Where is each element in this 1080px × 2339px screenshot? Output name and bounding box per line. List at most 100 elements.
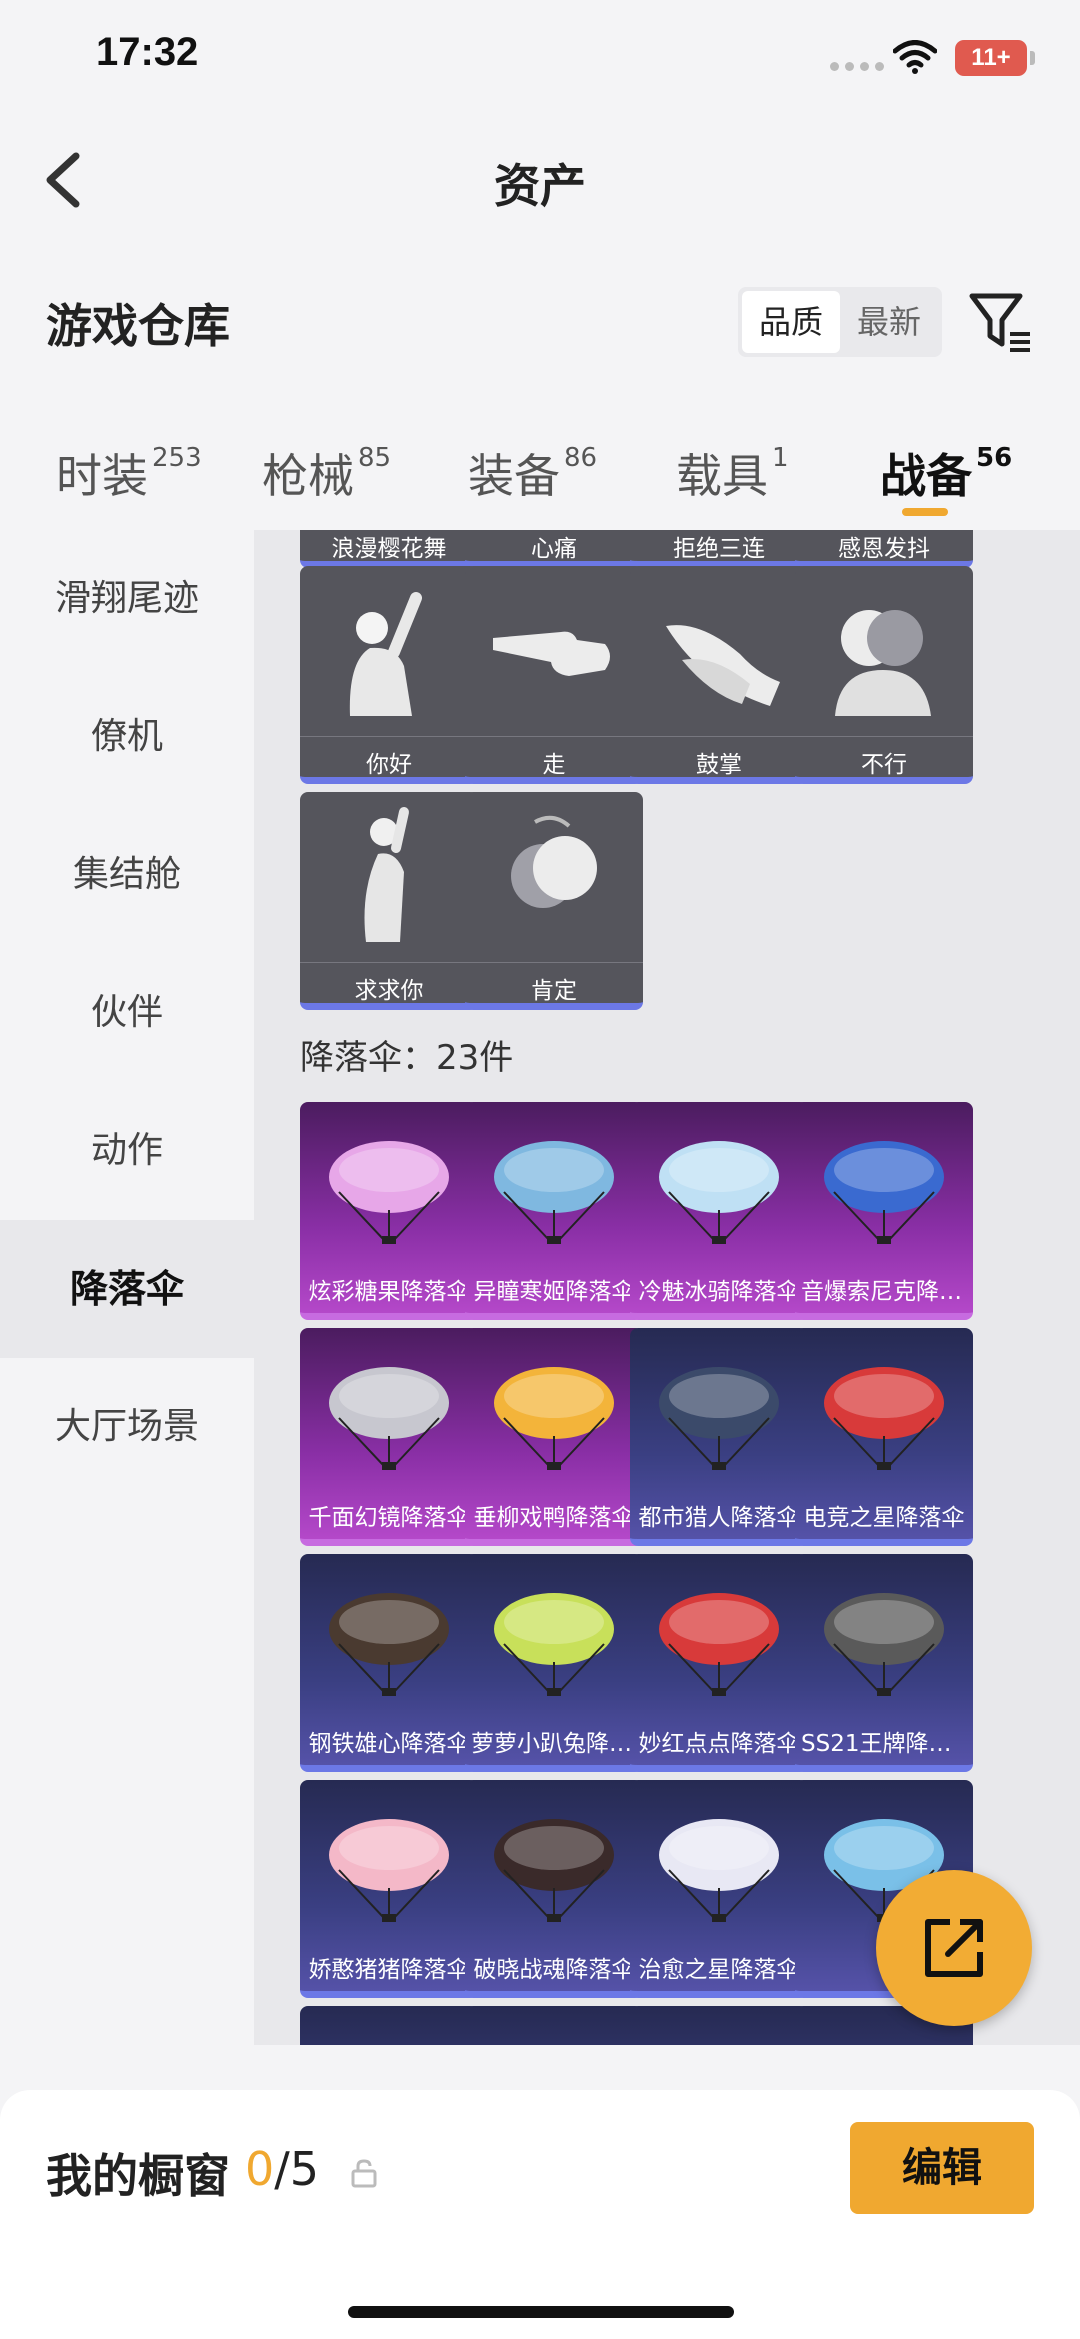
showcase-label: 我的橱窗 (46, 2149, 230, 2203)
parachute-card[interactable]: SS21王牌降落伞 (795, 1554, 973, 1772)
parachute-label: 垂柳戏鸭降落伞 (473, 1505, 635, 1531)
parachute-icon (824, 1141, 944, 1244)
emote-card[interactable]: 肯定 (465, 792, 643, 1010)
emote-label: 你好 (300, 736, 478, 777)
showcase-bar: 我的橱窗 0/5 编辑 (0, 2090, 1080, 2339)
emote-label: 心痛 (465, 530, 643, 561)
emote-card[interactable]: 浪漫樱花舞 (300, 530, 478, 568)
parachute-icon (824, 1593, 944, 1696)
parachute-label: 音爆索尼克降落伞 (801, 1279, 967, 1305)
status-bar: 17:32 11+ (0, 0, 1080, 120)
parachute-card[interactable]: 音爆索尼克降落伞 (795, 1102, 973, 1320)
tab-count: 56 (976, 442, 1013, 473)
parachute-card[interactable]: 萝萝小趴兔降落伞 (465, 1554, 643, 1772)
parachute-icon (824, 1367, 944, 1470)
tab-count: 85 (358, 442, 392, 473)
parachute-label: 冷魅冰骑降落伞 (638, 1279, 800, 1305)
parachute-label: 都市猎人降落伞 (638, 1505, 800, 1531)
parachute-card[interactable]: 治愈之星降落伞 (630, 1780, 808, 1998)
side-item-wingman[interactable]: 僚机 (0, 668, 254, 806)
active-tab-indicator (902, 508, 948, 516)
parachute-card[interactable]: 异瞳寒姬降落伞 (465, 1102, 643, 1320)
sort-quality-option[interactable]: 品质 (742, 291, 840, 353)
emote-label: 不行 (795, 736, 973, 777)
parachute-card[interactable]: 垂柳戏鸭降落伞 (465, 1328, 643, 1546)
emote-label: 走 (465, 736, 643, 777)
showcase-count: 0/5 (245, 2142, 319, 2196)
side-item-lobby-scene[interactable]: 大厅场景 (0, 1358, 254, 1496)
parachute-card[interactable] (300, 2006, 478, 2045)
parachute-icon (329, 1819, 449, 1922)
tab-count: 253 (152, 442, 202, 473)
begging-figure-icon (364, 807, 409, 942)
nodding-head-icon (511, 815, 597, 908)
warehouse-title: 游戏仓库 (46, 299, 230, 353)
status-time: 17:32 (96, 30, 199, 74)
parachute-icon (494, 1367, 614, 1470)
parachute-icon (659, 1367, 779, 1470)
parachute-icon (659, 1819, 779, 1922)
tab-vehicles[interactable]: 载具 1 (676, 440, 789, 506)
share-button[interactable] (876, 1870, 1032, 2026)
side-item-parachute[interactable]: 降落伞 (0, 1220, 254, 1358)
parachute-icon (494, 1593, 614, 1696)
tab-fashion[interactable]: 时装 253 (56, 440, 202, 506)
side-item-glide-trail[interactable]: 滑翔尾迹 (0, 530, 254, 668)
emote-label: 拒绝三连 (630, 530, 808, 561)
parachute-card[interactable] (465, 2006, 643, 2045)
emote-card[interactable]: 走 (465, 566, 643, 784)
parachute-card[interactable]: 娇憨猪猪降落伞 (300, 1780, 478, 1998)
parachute-icon (329, 1367, 449, 1470)
showcase-total: /5 (274, 2142, 320, 2196)
tab-combat-gear[interactable]: 战备 56 (880, 440, 1012, 506)
parachute-card[interactable] (630, 2006, 808, 2045)
tab-label: 枪械 (262, 449, 354, 503)
emote-label: 肯定 (465, 962, 643, 1003)
emote-card[interactable]: 心痛 (465, 530, 643, 568)
side-item-emotes[interactable]: 动作 (0, 1082, 254, 1220)
emote-card[interactable]: 鼓掌 (630, 566, 808, 784)
nav-bar: 资产 (0, 120, 1080, 240)
side-item-rally-pod[interactable]: 集结舱 (0, 806, 254, 944)
parachute-label: 异瞳寒姬降落伞 (473, 1279, 635, 1305)
side-item-companion[interactable]: 伙伴 (0, 944, 254, 1082)
share-icon (925, 1919, 983, 1977)
emote-card[interactable]: 感恩发抖 (795, 530, 973, 568)
parachute-icon (659, 1593, 779, 1696)
tab-label: 载具 (676, 449, 768, 503)
parachute-label: 电竞之星降落伞 (803, 1505, 965, 1531)
parachute-label: 破晓战魂降落伞 (473, 1957, 635, 1983)
lock-icon (351, 2159, 377, 2188)
tab-weapons[interactable]: 枪械 85 (262, 440, 391, 506)
sort-latest-option[interactable]: 最新 (840, 291, 938, 353)
emote-card[interactable]: 求求你 (300, 792, 478, 1010)
parachute-label: SS21王牌降落伞 (801, 1731, 967, 1757)
home-indicator (348, 2306, 734, 2318)
parachute-icon (659, 1141, 779, 1244)
emote-card[interactable]: 不行 (795, 566, 973, 784)
edit-button[interactable]: 编辑 (850, 2122, 1034, 2214)
parachute-card[interactable]: 电竞之星降落伞 (795, 1328, 973, 1546)
tab-equipment[interactable]: 装备 86 (468, 440, 597, 506)
parachute-icon (329, 1593, 449, 1696)
page-title: 资产 (494, 159, 586, 213)
filter-icon[interactable] (968, 290, 1032, 354)
parachute-icon (329, 1141, 449, 1244)
parachute-card[interactable]: 炫彩糖果降落伞 (300, 1102, 478, 1320)
parachute-card[interactable]: 破晓战魂降落伞 (465, 1780, 643, 1998)
emote-card[interactable]: 拒绝三连 (630, 530, 808, 568)
showcase-current: 0 (245, 2142, 275, 2196)
parachute-card[interactable]: 千面幻镜降落伞 (300, 1328, 478, 1546)
parachute-card[interactable]: 钢铁雄心降落伞 (300, 1554, 478, 1772)
parachute-card[interactable]: 都市猎人降落伞 (630, 1328, 808, 1546)
tab-label: 时装 (56, 449, 148, 503)
parachute-icon (494, 1819, 614, 1922)
emote-card[interactable]: 你好 (300, 566, 478, 784)
parachute-card[interactable]: 妙红点点降落伞 (630, 1554, 808, 1772)
parachute-section-title: 降落伞：23件 (300, 1038, 514, 1078)
parachute-icon (494, 1141, 614, 1244)
emote-label: 求求你 (300, 962, 478, 1003)
parachute-label: 妙红点点降落伞 (638, 1731, 800, 1757)
parachute-card[interactable]: 冷魅冰骑降落伞 (630, 1102, 808, 1320)
parachute-label: 娇憨猪猪降落伞 (308, 1957, 470, 1983)
